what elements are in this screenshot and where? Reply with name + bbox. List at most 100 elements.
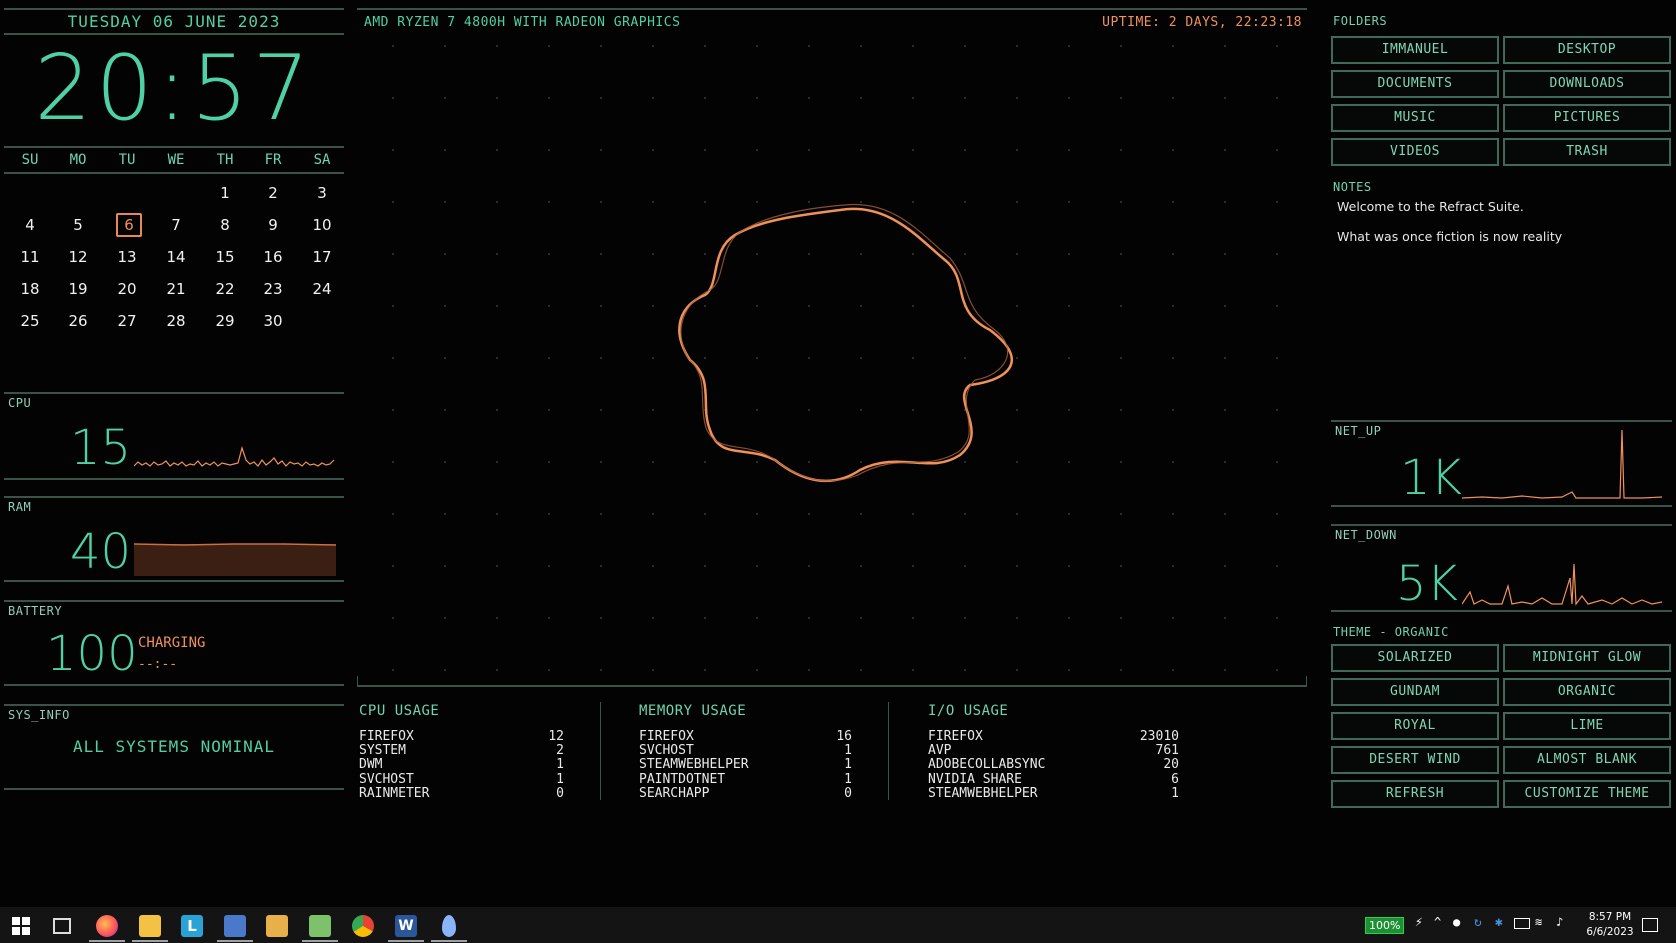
folder-trash-button[interactable]: TRASH	[1503, 138, 1671, 166]
theme-solarized-button[interactable]: SOLARIZED	[1331, 644, 1499, 672]
firefox-icon[interactable]	[96, 915, 118, 937]
folder-music-button[interactable]: MUSIC	[1331, 104, 1499, 132]
sysinfo-status: ALL SYSTEMS NOMINAL	[72, 737, 276, 756]
calendar-day[interactable]: 15	[201, 248, 249, 266]
cpu-usage-title: CPU USAGE	[359, 703, 440, 719]
volume-icon[interactable]: ♪	[1556, 915, 1563, 929]
calendar-day[interactable]: 18	[6, 280, 54, 298]
theme-royal-button[interactable]: ROYAL	[1331, 712, 1499, 740]
calendar-day[interactable]: 17	[298, 248, 346, 266]
memory-usage-title: MEMORY USAGE	[639, 703, 747, 719]
net-up-label: NET_UP	[1335, 424, 1382, 438]
windows-start-icon[interactable]	[12, 917, 30, 935]
theme-desert-wind-button[interactable]: DESERT WIND	[1331, 746, 1499, 774]
net-down-graph	[1462, 563, 1662, 606]
weekday-mo: MO	[69, 152, 87, 168]
process-row: STEAMWEBHELPER 1	[639, 758, 852, 772]
process-name: RAINMETER	[359, 785, 430, 801]
calendar-day[interactable]: 16	[249, 248, 297, 266]
sync-icon[interactable]: ↻	[1474, 915, 1482, 930]
folder-pictures-button[interactable]: PICTURES	[1503, 104, 1671, 132]
process-value: 1	[1171, 785, 1179, 801]
taskbar-date[interactable]: 6/6/2023	[1580, 926, 1640, 938]
calendar-day[interactable]: 20	[103, 280, 151, 298]
paint-icon[interactable]	[224, 915, 246, 937]
calendar-day[interactable]: 26	[54, 312, 102, 330]
calendar-day[interactable]: 19	[54, 280, 102, 298]
process-value: 6	[1171, 771, 1179, 787]
notepad-icon[interactable]	[309, 915, 331, 937]
battery-tray-icon[interactable]	[1514, 918, 1530, 929]
calendar-day[interactable]: 30	[249, 312, 297, 330]
calendar-today[interactable]: 6	[116, 213, 142, 237]
folder-desktop-button[interactable]: DESKTOP	[1503, 36, 1671, 64]
calendar-day[interactable]: 23	[249, 280, 297, 298]
calendar-day[interactable]: 13	[103, 248, 151, 266]
calendar-day[interactable]: 21	[152, 280, 200, 298]
calendar-day[interactable]: 24	[298, 280, 346, 298]
theme-customize-theme-button[interactable]: CUSTOMIZE THEME	[1503, 780, 1671, 808]
calendar-day[interactable]: 9	[249, 216, 297, 234]
cpu-graph	[134, 445, 335, 467]
notifications-icon[interactable]	[1642, 918, 1658, 932]
process-name: AVP	[928, 743, 952, 759]
process-value: 761	[1155, 743, 1179, 759]
wifi-icon[interactable]: ≋	[1535, 915, 1542, 929]
folder-videos-button[interactable]: VIDEOS	[1331, 138, 1499, 166]
word-icon[interactable]: W	[395, 915, 417, 937]
theme-midnight-glow-button[interactable]: MIDNIGHT GLOW	[1503, 644, 1671, 672]
date-line: TUESDAY 06 JUNE 2023	[67, 12, 281, 31]
calendar-day[interactable]: 29	[201, 312, 249, 330]
folder-documents-button[interactable]: DOCUMENTS	[1331, 70, 1499, 98]
battery-percent-badge[interactable]: 100%	[1365, 917, 1405, 934]
rainmeter-icon[interactable]	[442, 915, 456, 937]
taskbar-time[interactable]: 8:57 PM	[1584, 911, 1636, 923]
net-down-label: NET_DOWN	[1335, 528, 1397, 542]
calendar-day[interactable]: 7	[152, 216, 200, 234]
calendar-day[interactable]: 12	[54, 248, 102, 266]
process-name: SVCHOST	[639, 743, 694, 759]
process-value: 0	[556, 785, 564, 801]
process-name: FIREFOX	[359, 729, 414, 744]
calendar-day[interactable]: 22	[201, 280, 249, 298]
calendar-day[interactable]: 5	[54, 216, 102, 234]
calendar-day[interactable]: 2	[249, 184, 297, 202]
process-value: 1	[844, 757, 852, 773]
folder-downloads-button[interactable]: DOWNLOADS	[1503, 70, 1671, 98]
calendar-day[interactable]: 6	[103, 213, 151, 240]
weekday-tu: TU	[118, 152, 136, 168]
calendar-day[interactable]: 10	[298, 216, 346, 234]
calendar-day[interactable]: 8	[201, 216, 249, 234]
charging-icon[interactable]: ⚡	[1415, 915, 1423, 930]
process-row: FIREFOX 23010	[928, 729, 1179, 744]
file-explorer-icon[interactable]	[139, 915, 161, 937]
calendar-day[interactable]: 14	[152, 248, 200, 266]
theme-gundam-button[interactable]: GUNDAM	[1331, 678, 1499, 706]
note-line-2[interactable]: What was once fiction is now reality	[1337, 229, 1562, 244]
media-player-icon[interactable]	[266, 915, 288, 937]
calendar-day[interactable]: 28	[152, 312, 200, 330]
note-line-1[interactable]: Welcome to the Refract Suite.	[1337, 199, 1524, 214]
calendar-day[interactable]: 3	[298, 184, 346, 202]
calendar-day[interactable]: 25	[6, 312, 54, 330]
calendar-day[interactable]: 1	[201, 184, 249, 202]
battery-status: CHARGING	[138, 635, 206, 651]
theme-lime-button[interactable]: LIME	[1503, 712, 1671, 740]
theme-refresh-button[interactable]: REFRESH	[1331, 780, 1499, 808]
chevron-up-icon[interactable]: ^	[1434, 915, 1441, 929]
launcher-icon[interactable]: L	[181, 915, 203, 937]
calendar-day[interactable]: 27	[103, 312, 151, 330]
theme-organic-button[interactable]: ORGANIC	[1503, 678, 1671, 706]
process-row: SVCHOST 1	[359, 772, 564, 787]
calendar-day[interactable]: 11	[6, 248, 54, 266]
folder-immanuel-button[interactable]: IMMANUEL	[1331, 36, 1499, 64]
droplet-icon[interactable]: ●	[1453, 915, 1460, 929]
process-row: RAINMETER 0	[359, 785, 564, 801]
theme-almost-blank-button[interactable]: ALMOST BLANK	[1503, 746, 1671, 774]
battery-value: 100	[46, 626, 138, 682]
chrome-icon[interactable]	[352, 915, 374, 937]
bluetooth-icon[interactable]: ✱	[1495, 915, 1503, 930]
task-view-icon[interactable]	[53, 918, 71, 934]
process-row: FIREFOX 16	[639, 729, 852, 744]
calendar-day[interactable]: 4	[6, 216, 54, 234]
